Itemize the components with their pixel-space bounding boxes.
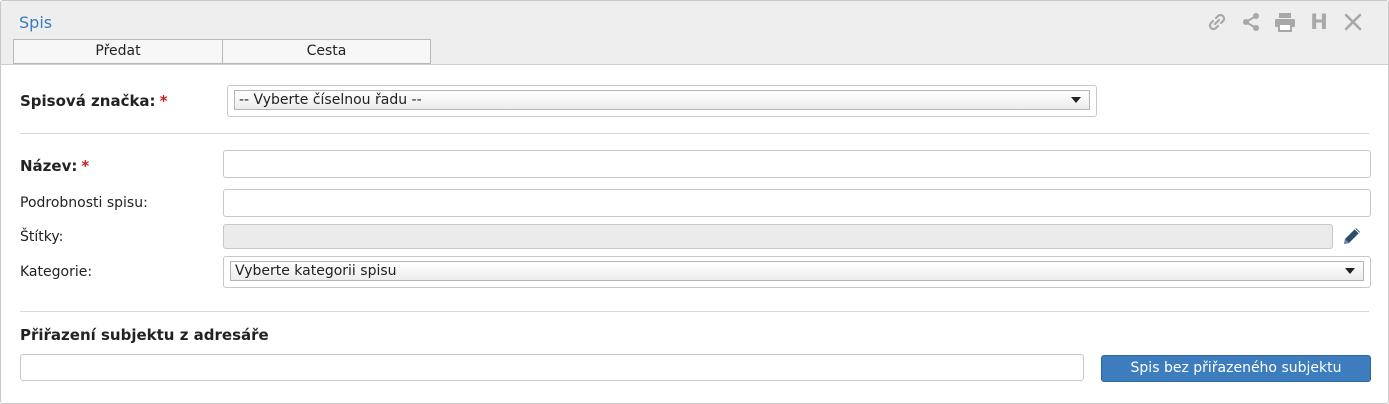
- required-mark: *: [81, 157, 90, 175]
- required-mark: *: [159, 92, 168, 110]
- spisova-znacka-select-wrap: -- Vyberte číselnou řadu --: [227, 85, 1097, 117]
- form-content: Spisová značka: * -- Vyberte číselnou řad…: [1, 66, 1388, 403]
- divider: [20, 311, 1369, 312]
- kategorie-label: Kategorie:: [20, 264, 93, 280]
- print-icon[interactable]: [1274, 11, 1296, 33]
- window-toolbar: H: [1206, 10, 1364, 34]
- spis-bez-subjektu-button[interactable]: Spis bez přiřazeného subjektu: [1101, 355, 1371, 382]
- spisova-znacka-label: Spisová značka: *: [20, 92, 167, 110]
- divider: [20, 133, 1369, 134]
- close-icon[interactable]: [1342, 11, 1364, 33]
- podrobnosti-label: Podrobnosti spisu:: [20, 195, 148, 211]
- stitky-label: Štítky:: [20, 229, 64, 245]
- h-icon-glyph: H: [1310, 10, 1328, 34]
- window-titlebar: Spis H Předat Cesta: [1, 1, 1388, 65]
- nazev-input[interactable]: [223, 150, 1371, 178]
- chevron-down-icon: [1345, 268, 1355, 274]
- link-icon[interactable]: [1206, 11, 1228, 33]
- window-title: Spis: [19, 13, 53, 32]
- spisova-znacka-select[interactable]: -- Vyberte číselnou řadu --: [234, 90, 1090, 110]
- chevron-down-icon: [1071, 97, 1081, 103]
- podrobnosti-input[interactable]: [223, 189, 1371, 217]
- assignment-heading: Přiřazení subjektu z adresáře: [20, 326, 269, 344]
- h-icon[interactable]: H: [1308, 10, 1330, 34]
- spisova-znacka-label-text: Spisová značka:: [20, 92, 156, 110]
- kategorie-select-wrap: Vyberte kategorii spisu: [223, 256, 1371, 288]
- spisova-znacka-selected: -- Vyberte číselnou řadu --: [239, 92, 422, 108]
- tab-bar: Předat Cesta: [13, 39, 431, 64]
- subject-search-input[interactable]: [20, 354, 1084, 381]
- tab-cesta[interactable]: Cesta: [223, 39, 431, 64]
- tab-predat[interactable]: Předat: [13, 39, 223, 64]
- spis-window: Spis H Předat Cesta Spisová značka: * --…: [0, 0, 1389, 404]
- edit-pencil-icon[interactable]: [1341, 225, 1363, 251]
- kategorie-selected: Vyberte kategorii spisu: [235, 263, 397, 279]
- nazev-label-text: Název:: [20, 157, 78, 175]
- share-icon[interactable]: [1240, 11, 1262, 33]
- kategorie-select[interactable]: Vyberte kategorii spisu: [230, 261, 1364, 281]
- nazev-label: Název: *: [20, 157, 89, 175]
- stitky-field: [223, 224, 1333, 249]
